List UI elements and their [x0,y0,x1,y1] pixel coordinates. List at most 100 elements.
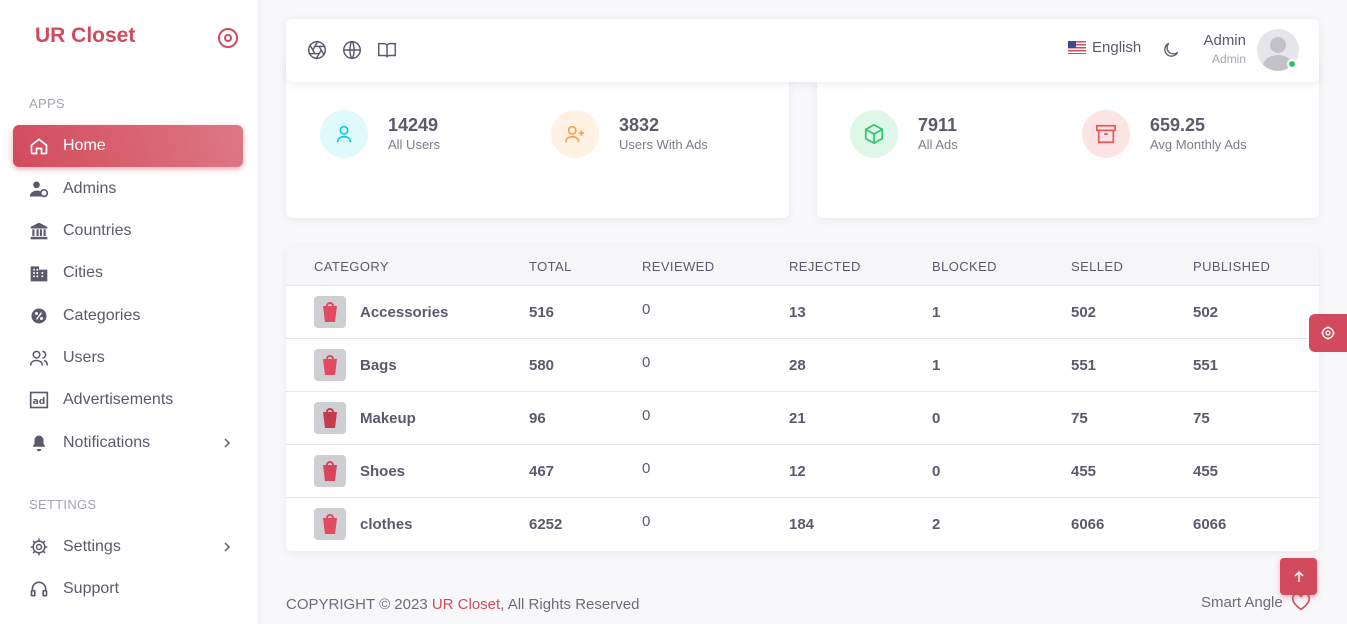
sidebar-item-settings[interactable]: Settings [13,526,243,568]
aperture-icon[interactable] [306,39,328,61]
cell-published: 6066 [1193,516,1227,533]
cell-blocked: 2 [932,516,941,533]
table-row[interactable]: Accessories 516 0 13 1 502 502 [286,286,1319,339]
footer-brand-link[interactable]: UR Closet [432,596,500,613]
sidebar-item-support[interactable]: Support [13,568,243,610]
table-header: CATEGORY TOTAL REVIEWED REJECTED BLOCKED… [286,246,1319,286]
category-name: Shoes [360,463,406,480]
sidebar-item-label: Users [63,349,105,366]
footer-credit: Smart Angle [1201,593,1311,611]
category-table: CATEGORY TOTAL REVIEWED REJECTED BLOCKED… [286,246,1319,551]
section-header-settings: SETTINGS [29,497,97,512]
stats-card-users: 14249 All Users 3832 Users With Ads [286,60,789,218]
category-name: Bags [360,357,397,374]
scroll-to-top-button[interactable] [1280,558,1317,595]
stat-value: 7911 [918,115,958,135]
ad-icon: ad [28,389,50,411]
sidebar-item-admins[interactable]: Admins [13,168,243,210]
customizer-gear-button[interactable] [1309,314,1347,352]
cell-blocked: 0 [932,463,941,480]
cell-reviewed: 0 [642,407,651,424]
language-dropdown[interactable]: English [1068,39,1141,56]
stat-value: 3832 [619,115,660,135]
bank-icon [28,220,50,242]
cell-selled: 551 [1071,357,1097,374]
box-icon [850,110,898,158]
category-icon [28,305,50,327]
chevron-right-icon [219,435,235,451]
cell-blocked: 1 [932,304,941,321]
stat-users-with-ads: 3832 Users With Ads [551,110,708,158]
globe-icon[interactable] [341,39,363,61]
category-thumbnail [314,455,346,487]
sidebar-item-label: Categories [63,307,141,324]
sidebar-item-label: Home [63,137,106,154]
sidebar-item-label: Advertisements [63,391,174,408]
stat-label: All Users [388,137,441,152]
cell-reviewed: 0 [642,460,651,477]
table-row[interactable]: clothes 6252 0 184 2 6066 6066 [286,498,1319,551]
moon-icon[interactable] [1160,39,1182,61]
copyright: COPYRIGHT © 2023 UR Closet, All Rights R… [286,596,639,613]
stat-all-ads: 7911 All Ads [850,110,958,158]
stat-label: Avg Monthly Ads [1150,137,1247,152]
heart-icon [1291,593,1310,611]
stat-label: Users With Ads [619,137,708,152]
cell-rejected: 184 [789,516,815,533]
cell-total: 467 [529,463,555,480]
sidebar-item-home[interactable]: Home [13,125,243,167]
sidebar-item-advertisements[interactable]: ad Advertisements [13,379,243,421]
column-header: TOTAL [529,259,572,274]
gear-icon [28,536,50,558]
top-navbar: English Admin Admin [286,19,1319,82]
language-label: English [1092,39,1142,56]
sidebar-item-categories[interactable]: Categories [13,295,243,337]
chevron-right-icon [219,539,235,555]
home-icon [28,135,50,157]
cell-published: 502 [1193,304,1219,321]
book-icon[interactable] [376,39,398,61]
sidebar-item-users[interactable]: Users [13,337,243,379]
sidebar-item-label: Cities [63,264,104,281]
stat-value: 14249 [388,115,439,135]
cell-reviewed: 0 [642,301,651,318]
stat-value: 659.25 [1150,115,1206,135]
cell-published: 551 [1193,357,1219,374]
svg-text:ad: ad [33,396,46,407]
users-icon [28,347,50,369]
cell-rejected: 21 [789,410,806,427]
stat-label: All Ads [918,137,958,152]
cell-blocked: 0 [932,410,941,427]
cell-rejected: 28 [789,357,806,374]
section-header-apps: APPS [29,96,65,111]
arrow-up-icon [1293,570,1304,582]
user-name: Admin [1203,32,1246,49]
sidebar-item-notifications[interactable]: Notifications [13,422,243,464]
sidebar-toggle-icon[interactable] [218,28,238,48]
table-row[interactable]: Makeup 96 0 21 0 75 75 [286,392,1319,445]
cell-total: 580 [529,357,555,374]
table-row[interactable]: Bags 580 0 28 1 551 551 [286,339,1319,392]
credit-label[interactable]: Smart Angle [1201,594,1283,611]
user-plus-icon [551,110,599,158]
category-thumbnail [314,508,346,540]
category-thumbnail [314,349,346,381]
brand-logo[interactable]: UR Closet [35,24,135,48]
cell-total: 516 [529,304,555,321]
cell-published: 455 [1193,463,1219,480]
sidebar-item-cities[interactable]: Cities [13,252,243,294]
category-name: Accessories [360,304,449,321]
cell-blocked: 1 [932,357,941,374]
sidebar-item-label: Notifications [63,434,151,451]
sidebar-item-label: Support [63,580,120,597]
category-thumbnail [314,402,346,434]
sidebar-item-countries[interactable]: Countries [13,210,243,252]
archive-icon [1082,110,1130,158]
sidebar-item-label: Countries [63,222,132,239]
cell-selled: 6066 [1071,516,1105,533]
column-header: CATEGORY [314,259,389,274]
cell-selled: 75 [1071,410,1088,427]
table-row[interactable]: Shoes 467 0 12 0 455 455 [286,445,1319,498]
column-header: BLOCKED [932,259,997,274]
cell-selled: 455 [1071,463,1097,480]
